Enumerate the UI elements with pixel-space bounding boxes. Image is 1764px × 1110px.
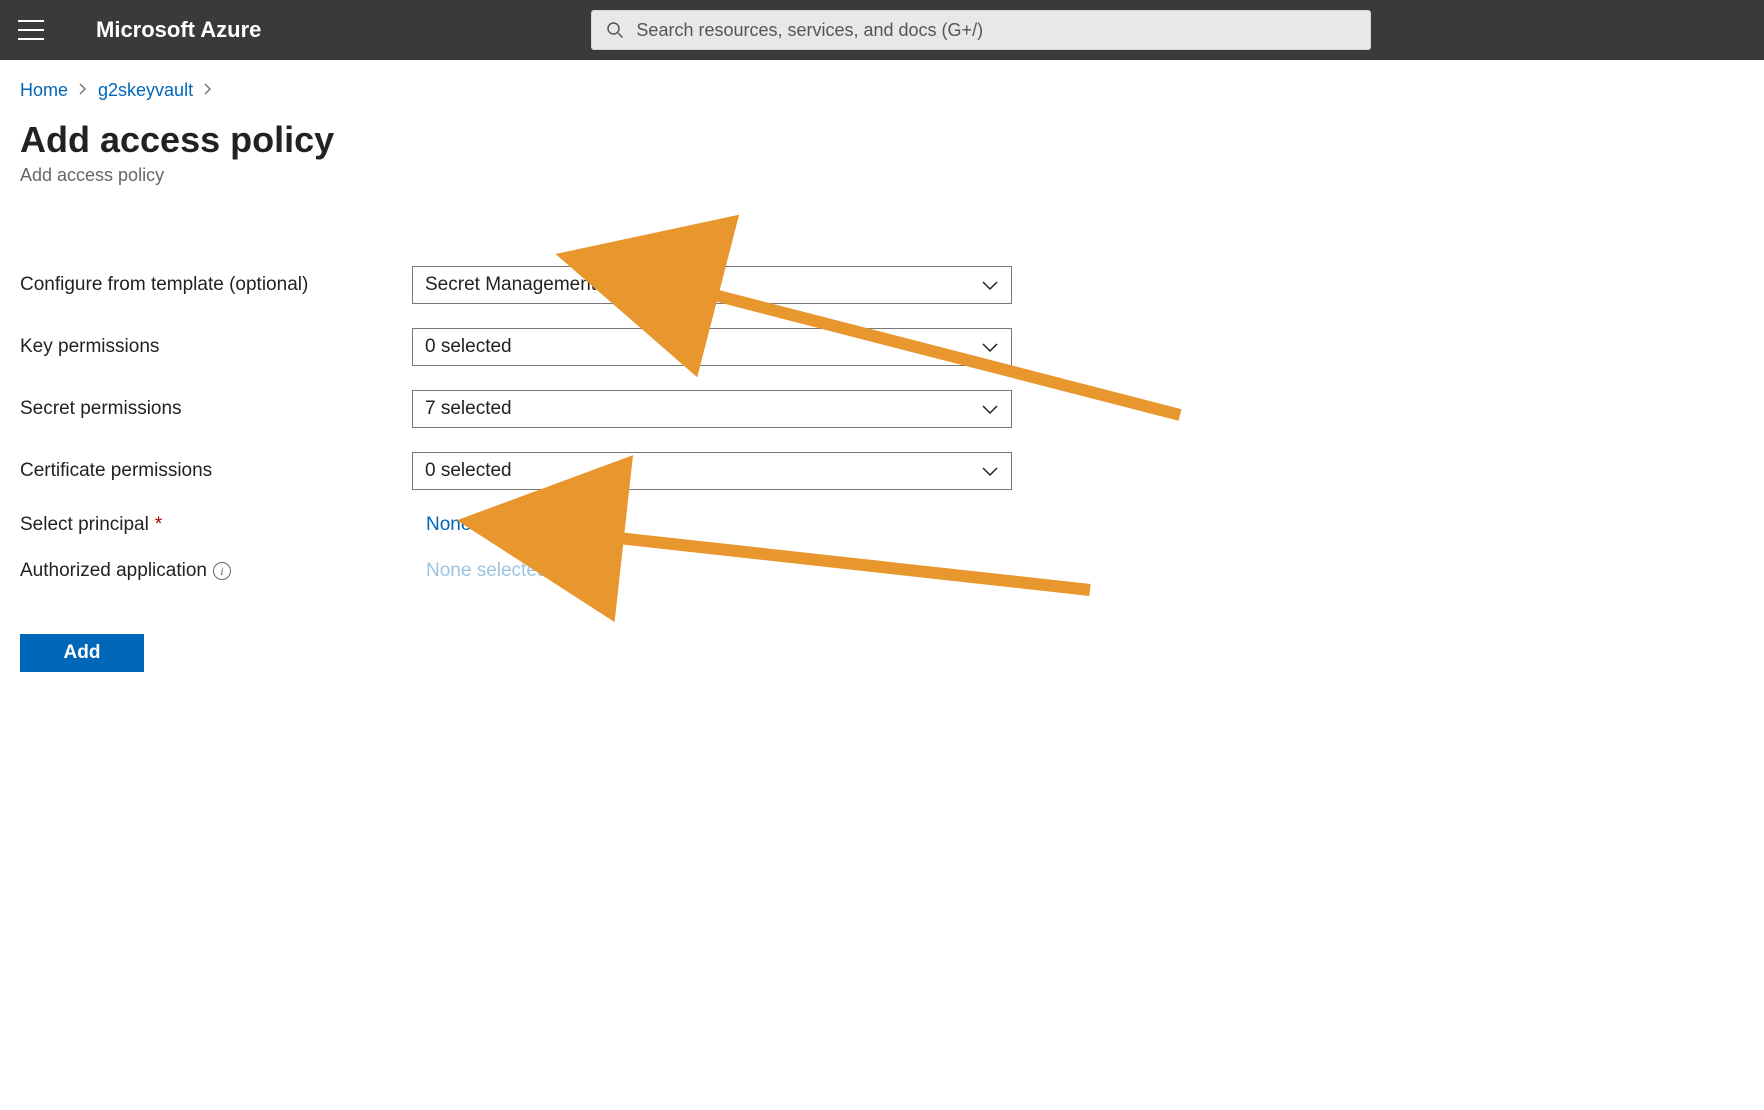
template-label: Configure from template (optional) xyxy=(20,274,412,296)
template-value: Secret Management xyxy=(425,274,596,296)
secret-permissions-value: 7 selected xyxy=(425,398,512,420)
secret-permissions-dropdown[interactable]: 7 selected xyxy=(412,390,1012,428)
search-input[interactable] xyxy=(636,20,1356,41)
select-principal-label: Select principal * xyxy=(20,514,412,536)
select-principal-label-text: Select principal xyxy=(20,514,149,536)
chevron-down-icon xyxy=(981,279,999,291)
page-title: Add access policy xyxy=(20,119,1764,161)
key-permissions-label: Key permissions xyxy=(20,336,412,358)
key-permissions-row: Key permissions 0 selected xyxy=(20,328,1764,366)
brand-label: Microsoft Azure xyxy=(96,17,261,43)
breadcrumb-vault[interactable]: g2skeyvault xyxy=(98,80,193,101)
template-dropdown[interactable]: Secret Management xyxy=(412,266,1012,304)
template-row: Configure from template (optional) Secre… xyxy=(20,266,1764,304)
authorized-application-label-text: Authorized application xyxy=(20,560,207,582)
key-permissions-value: 0 selected xyxy=(425,336,512,358)
secret-permissions-row: Secret permissions 7 selected xyxy=(20,390,1764,428)
chevron-right-icon xyxy=(78,82,88,99)
certificate-permissions-label: Certificate permissions xyxy=(20,460,412,482)
authorized-application-label: Authorized application i xyxy=(20,560,412,582)
info-icon[interactable]: i xyxy=(213,562,231,580)
certificate-permissions-dropdown[interactable]: 0 selected xyxy=(412,452,1012,490)
secret-permissions-label: Secret permissions xyxy=(20,398,412,420)
chevron-right-icon xyxy=(203,82,213,99)
page-content: Home g2skeyvault Add access policy Add a… xyxy=(0,60,1764,672)
certificate-permissions-row: Certificate permissions 0 selected xyxy=(20,452,1764,490)
select-principal-link[interactable]: None selected xyxy=(412,514,547,536)
chevron-down-icon xyxy=(981,341,999,353)
global-search[interactable] xyxy=(591,10,1371,50)
breadcrumb-home[interactable]: Home xyxy=(20,80,68,101)
required-asterisk: * xyxy=(155,514,162,536)
top-bar: Microsoft Azure xyxy=(0,0,1764,60)
select-principal-row: Select principal * None selected xyxy=(20,514,1764,536)
add-button[interactable]: Add xyxy=(20,634,144,672)
key-permissions-dropdown[interactable]: 0 selected xyxy=(412,328,1012,366)
authorized-application-value: None selected xyxy=(412,560,547,582)
chevron-down-icon xyxy=(981,465,999,477)
page-subtitle: Add access policy xyxy=(20,165,1764,186)
chevron-down-icon xyxy=(981,403,999,415)
authorized-application-row: Authorized application i None selected xyxy=(20,560,1764,582)
breadcrumb: Home g2skeyvault xyxy=(20,80,1764,101)
search-icon xyxy=(606,21,624,39)
hamburger-menu-icon[interactable] xyxy=(18,20,44,40)
certificate-permissions-value: 0 selected xyxy=(425,460,512,482)
